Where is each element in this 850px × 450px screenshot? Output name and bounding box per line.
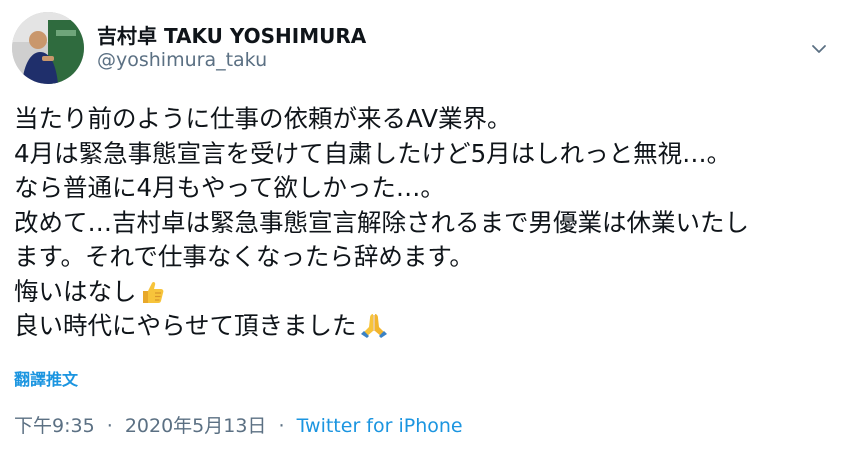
tweet-line-with-emoji: 良い時代にやらせて頂きました xyxy=(14,309,844,344)
chevron-down-icon xyxy=(812,45,826,53)
tweet-line-with-emoji: 悔いはなし xyxy=(14,275,844,310)
avatar[interactable] xyxy=(12,12,84,84)
user-handle[interactable]: @yoshimura_taku xyxy=(97,49,267,71)
display-name[interactable]: 吉村卓 TAKU YOSHIMURA xyxy=(97,20,366,49)
more-options-button[interactable] xyxy=(806,36,832,62)
tweet-text: 当たり前のように仕事の依頼が来るAV業界。 4月は緊急事態宣言を受けて自粛したけ… xyxy=(14,102,844,344)
tweet-meta: 下午9:35 · 2020年5月13日 · Twitter for iPhone xyxy=(14,411,463,438)
tweet-card: 吉村卓 TAKU YOSHIMURA @yoshimura_taku 当たり前の… xyxy=(0,0,850,450)
profile-photo xyxy=(12,12,84,84)
tweet-line: ます。それで仕事なくなったら辞めます。 xyxy=(14,242,474,271)
tweet-time[interactable]: 下午9:35 xyxy=(14,415,95,437)
meta-separator: · xyxy=(278,415,285,437)
meta-separator: · xyxy=(106,415,113,437)
tweet-line-text: 悔いはなし xyxy=(14,276,137,306)
translate-tweet-link[interactable]: 翻譯推文 xyxy=(14,366,78,390)
tweet-date[interactable]: 2020年5月13日 xyxy=(125,415,267,437)
tweet-line: 当たり前のように仕事の依頼が来るAV業界。 xyxy=(14,104,512,133)
tweet-source-link[interactable]: Twitter for iPhone xyxy=(297,415,463,437)
tweet-line: 改めて…吉村卓は緊急事態宣言解除されるまで男優業は休業いたし xyxy=(14,207,749,237)
folded-hands-icon xyxy=(359,311,389,349)
tweet-line-text: 良い時代にやらせて頂きました xyxy=(14,311,357,340)
tweet-line: なら普通に4月もやって欲しかった…。 xyxy=(14,173,445,202)
tweet-line: 4月は緊急事態宣言を受けて自粛したけど5月はしれっと無視…。 xyxy=(14,138,732,168)
